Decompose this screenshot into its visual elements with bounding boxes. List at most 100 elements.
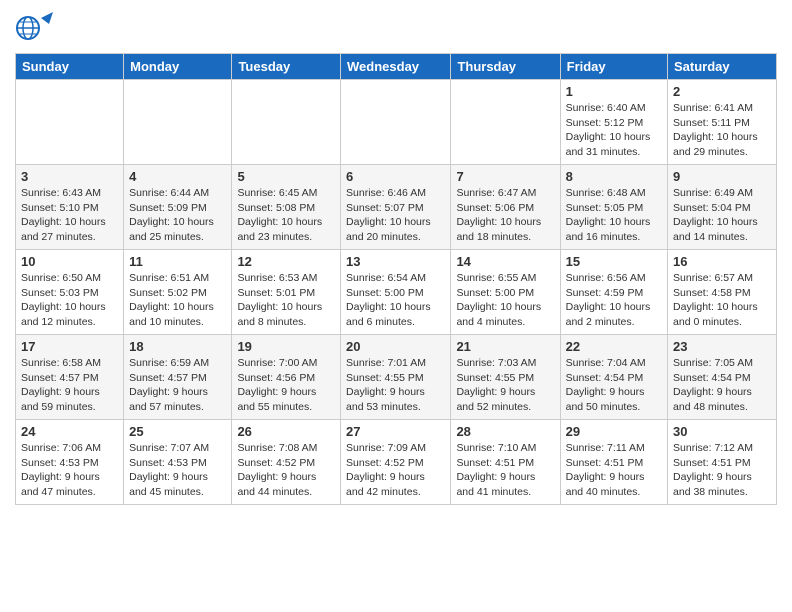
page: SundayMondayTuesdayWednesdayThursdayFrid… bbox=[0, 0, 792, 515]
day-info: Sunrise: 6:48 AM Sunset: 5:05 PM Dayligh… bbox=[566, 186, 662, 245]
day-number: 29 bbox=[566, 424, 662, 439]
day-number: 24 bbox=[21, 424, 118, 439]
day-info: Sunrise: 6:58 AM Sunset: 4:57 PM Dayligh… bbox=[21, 356, 118, 415]
header bbox=[15, 10, 777, 45]
day-number: 4 bbox=[129, 169, 226, 184]
week-row-4: 17 Sunrise: 6:58 AM Sunset: 4:57 PM Dayli… bbox=[16, 335, 777, 420]
calendar-cell: 30 Sunrise: 7:12 AM Sunset: 4:51 PM Dayli… bbox=[668, 420, 777, 505]
logo bbox=[15, 10, 55, 45]
day-number: 25 bbox=[129, 424, 226, 439]
day-number: 5 bbox=[237, 169, 335, 184]
week-row-2: 3 Sunrise: 6:43 AM Sunset: 5:10 PM Daylig… bbox=[16, 165, 777, 250]
week-row-1: 1 Sunrise: 6:40 AM Sunset: 5:12 PM Daylig… bbox=[16, 80, 777, 165]
calendar-cell: 28 Sunrise: 7:10 AM Sunset: 4:51 PM Dayli… bbox=[451, 420, 560, 505]
day-info: Sunrise: 6:56 AM Sunset: 4:59 PM Dayligh… bbox=[566, 271, 662, 330]
calendar-table: SundayMondayTuesdayWednesdayThursdayFrid… bbox=[15, 53, 777, 505]
calendar-cell: 9 Sunrise: 6:49 AM Sunset: 5:04 PM Daylig… bbox=[668, 165, 777, 250]
day-number: 18 bbox=[129, 339, 226, 354]
calendar-cell: 1 Sunrise: 6:40 AM Sunset: 5:12 PM Daylig… bbox=[560, 80, 667, 165]
calendar-cell bbox=[16, 80, 124, 165]
day-number: 27 bbox=[346, 424, 445, 439]
day-number: 17 bbox=[21, 339, 118, 354]
calendar-cell: 15Sunrise: 6:56 AM Sunset: 4:59 PM Dayli… bbox=[560, 250, 667, 335]
day-info: Sunrise: 7:06 AM Sunset: 4:53 PM Dayligh… bbox=[21, 441, 118, 500]
weekday-thursday: Thursday bbox=[451, 54, 560, 80]
calendar-cell: 12 Sunrise: 6:53 AM Sunset: 5:01 PM Dayli… bbox=[232, 250, 341, 335]
weekday-wednesday: Wednesday bbox=[341, 54, 451, 80]
day-number: 30 bbox=[673, 424, 771, 439]
weekday-monday: Monday bbox=[124, 54, 232, 80]
day-number: 1 bbox=[566, 84, 662, 99]
week-row-5: 24 Sunrise: 7:06 AM Sunset: 4:53 PM Dayli… bbox=[16, 420, 777, 505]
day-number: 28 bbox=[456, 424, 554, 439]
day-info: Sunrise: 6:46 AM Sunset: 5:07 PM Dayligh… bbox=[346, 186, 445, 245]
calendar-cell: 25 Sunrise: 7:07 AM Sunset: 4:53 PM Dayli… bbox=[124, 420, 232, 505]
day-info: Sunrise: 6:43 AM Sunset: 5:10 PM Dayligh… bbox=[21, 186, 118, 245]
day-info: Sunrise: 6:41 AM Sunset: 5:11 PM Dayligh… bbox=[673, 101, 771, 160]
calendar-cell: 17 Sunrise: 6:58 AM Sunset: 4:57 PM Dayli… bbox=[16, 335, 124, 420]
day-info: Sunrise: 7:12 AM Sunset: 4:51 PM Dayligh… bbox=[673, 441, 771, 500]
day-info: Sunrise: 6:40 AM Sunset: 5:12 PM Dayligh… bbox=[566, 101, 662, 160]
day-number: 11 bbox=[129, 254, 226, 269]
day-info: Sunrise: 6:57 AM Sunset: 4:58 PM Dayligh… bbox=[673, 271, 771, 330]
calendar-cell: 27 Sunrise: 7:09 AM Sunset: 4:52 PM Dayli… bbox=[341, 420, 451, 505]
calendar-cell: 20 Sunrise: 7:01 AM Sunset: 4:55 PM Dayli… bbox=[341, 335, 451, 420]
day-number: 23 bbox=[673, 339, 771, 354]
calendar-cell: 18Sunrise: 6:59 AM Sunset: 4:57 PM Dayli… bbox=[124, 335, 232, 420]
calendar-cell: 16 Sunrise: 6:57 AM Sunset: 4:58 PM Dayli… bbox=[668, 250, 777, 335]
day-number: 22 bbox=[566, 339, 662, 354]
calendar-cell: 10Sunrise: 6:50 AM Sunset: 5:03 PM Dayli… bbox=[16, 250, 124, 335]
day-info: Sunrise: 7:03 AM Sunset: 4:55 PM Dayligh… bbox=[456, 356, 554, 415]
calendar-cell: 24 Sunrise: 7:06 AM Sunset: 4:53 PM Dayli… bbox=[16, 420, 124, 505]
day-number: 13 bbox=[346, 254, 445, 269]
calendar-cell: 13 Sunrise: 6:54 AM Sunset: 5:00 PM Dayli… bbox=[341, 250, 451, 335]
day-info: Sunrise: 6:47 AM Sunset: 5:06 PM Dayligh… bbox=[456, 186, 554, 245]
calendar-cell: 22Sunrise: 7:04 AM Sunset: 4:54 PM Dayli… bbox=[560, 335, 667, 420]
weekday-header-row: SundayMondayTuesdayWednesdayThursdayFrid… bbox=[16, 54, 777, 80]
day-info: Sunrise: 6:50 AM Sunset: 5:03 PM Dayligh… bbox=[21, 271, 118, 330]
day-info: Sunrise: 6:45 AM Sunset: 5:08 PM Dayligh… bbox=[237, 186, 335, 245]
calendar-cell bbox=[341, 80, 451, 165]
day-number: 8 bbox=[566, 169, 662, 184]
calendar-cell: 23Sunrise: 7:05 AM Sunset: 4:54 PM Dayli… bbox=[668, 335, 777, 420]
calendar-cell bbox=[124, 80, 232, 165]
day-number: 12 bbox=[237, 254, 335, 269]
day-info: Sunrise: 6:54 AM Sunset: 5:00 PM Dayligh… bbox=[346, 271, 445, 330]
weekday-sunday: Sunday bbox=[16, 54, 124, 80]
calendar-cell: 8 Sunrise: 6:48 AM Sunset: 5:05 PM Daylig… bbox=[560, 165, 667, 250]
calendar-cell: 2 Sunrise: 6:41 AM Sunset: 5:11 PM Daylig… bbox=[668, 80, 777, 165]
calendar-cell: 6Sunrise: 6:46 AM Sunset: 5:07 PM Daylig… bbox=[341, 165, 451, 250]
calendar-cell: 21Sunrise: 7:03 AM Sunset: 4:55 PM Dayli… bbox=[451, 335, 560, 420]
day-info: Sunrise: 7:01 AM Sunset: 4:55 PM Dayligh… bbox=[346, 356, 445, 415]
day-info: Sunrise: 7:07 AM Sunset: 4:53 PM Dayligh… bbox=[129, 441, 226, 500]
day-number: 2 bbox=[673, 84, 771, 99]
weekday-friday: Friday bbox=[560, 54, 667, 80]
day-number: 26 bbox=[237, 424, 335, 439]
calendar-cell bbox=[451, 80, 560, 165]
calendar-cell: 14Sunrise: 6:55 AM Sunset: 5:00 PM Dayli… bbox=[451, 250, 560, 335]
calendar-cell: 5 Sunrise: 6:45 AM Sunset: 5:08 PM Daylig… bbox=[232, 165, 341, 250]
weekday-tuesday: Tuesday bbox=[232, 54, 341, 80]
day-number: 16 bbox=[673, 254, 771, 269]
day-info: Sunrise: 7:09 AM Sunset: 4:52 PM Dayligh… bbox=[346, 441, 445, 500]
day-info: Sunrise: 6:53 AM Sunset: 5:01 PM Dayligh… bbox=[237, 271, 335, 330]
logo-icon bbox=[15, 10, 55, 45]
day-number: 7 bbox=[456, 169, 554, 184]
calendar-cell: 4Sunrise: 6:44 AM Sunset: 5:09 PM Daylig… bbox=[124, 165, 232, 250]
day-number: 20 bbox=[346, 339, 445, 354]
week-row-3: 10Sunrise: 6:50 AM Sunset: 5:03 PM Dayli… bbox=[16, 250, 777, 335]
calendar-cell: 19 Sunrise: 7:00 AM Sunset: 4:56 PM Dayli… bbox=[232, 335, 341, 420]
day-number: 9 bbox=[673, 169, 771, 184]
day-info: Sunrise: 6:55 AM Sunset: 5:00 PM Dayligh… bbox=[456, 271, 554, 330]
day-info: Sunrise: 7:10 AM Sunset: 4:51 PM Dayligh… bbox=[456, 441, 554, 500]
day-number: 19 bbox=[237, 339, 335, 354]
day-info: Sunrise: 6:49 AM Sunset: 5:04 PM Dayligh… bbox=[673, 186, 771, 245]
day-info: Sunrise: 7:08 AM Sunset: 4:52 PM Dayligh… bbox=[237, 441, 335, 500]
calendar-cell: 7 Sunrise: 6:47 AM Sunset: 5:06 PM Daylig… bbox=[451, 165, 560, 250]
day-info: Sunrise: 7:11 AM Sunset: 4:51 PM Dayligh… bbox=[566, 441, 662, 500]
calendar-cell: 29 Sunrise: 7:11 AM Sunset: 4:51 PM Dayli… bbox=[560, 420, 667, 505]
day-info: Sunrise: 7:00 AM Sunset: 4:56 PM Dayligh… bbox=[237, 356, 335, 415]
calendar-cell: 11Sunrise: 6:51 AM Sunset: 5:02 PM Dayli… bbox=[124, 250, 232, 335]
weekday-saturday: Saturday bbox=[668, 54, 777, 80]
day-number: 3 bbox=[21, 169, 118, 184]
